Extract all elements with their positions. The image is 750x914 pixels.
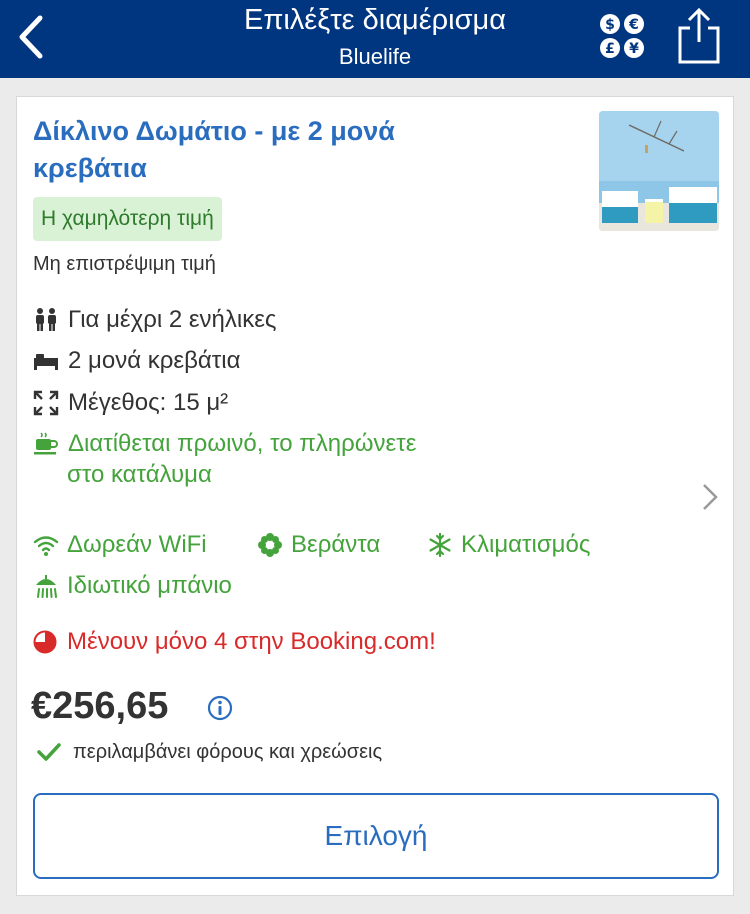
facility-bathroom: Ιδιωτικό μπάνιο — [33, 569, 232, 603]
wifi-text: Δωρεάν WiFi — [67, 531, 207, 558]
room-price: €256,65 — [31, 685, 169, 727]
svg-text:£: £ — [605, 41, 615, 57]
bed-icon — [34, 354, 58, 370]
svg-text:¥: ¥ — [629, 41, 639, 57]
breakfast-text-line2: στο κατάλυμα — [67, 461, 212, 488]
snowflake-icon — [429, 532, 451, 558]
taxes-note: περιλαμβάνει φόρους και χρεώσεις — [37, 737, 382, 767]
share-icon[interactable] — [676, 6, 722, 64]
top-bar: Επιλέξτε διαμέρισμα Bluelife $ € £ ¥ — [0, 0, 750, 78]
facility-balcony: Βεράντα — [257, 528, 380, 562]
coffee-cup-icon — [34, 432, 58, 455]
shower-icon — [36, 575, 57, 598]
expand-icon — [33, 390, 59, 416]
guests-text: Για μέχρι 2 ενήλικες — [68, 306, 277, 333]
room-card[interactable]: Δίκλινο Δωμάτιο - με 2 μονά κρεβάτια Η χ… — [16, 96, 734, 896]
svg-text:$: $ — [605, 17, 615, 33]
checkmark-icon — [37, 743, 61, 761]
room-title[interactable]: Δίκλινο Δωμάτιο - με 2 μονά κρεβάτια — [33, 113, 413, 187]
info-icon[interactable] — [207, 695, 233, 721]
beds-text: 2 μονά κρεβάτια — [68, 347, 241, 374]
lowest-price-badge: Η χαμηλότερη τιμή — [33, 197, 222, 241]
cancellation-policy: Μη επιστρέψιμη τιμή — [33, 253, 216, 275]
pie-clock-icon — [33, 630, 57, 654]
guests-row: Για μέχρι 2 ενήλικες — [33, 303, 277, 337]
currency-icon[interactable]: $ € £ ¥ — [598, 12, 646, 60]
flower-icon — [258, 533, 282, 557]
balcony-text: Βεράντα — [291, 531, 381, 558]
availability-warning: Μένουν μόνο 4 στην Booking.com! — [33, 625, 436, 659]
chevron-right-icon[interactable] — [701, 481, 719, 513]
people-icon — [36, 308, 56, 331]
svg-text:€: € — [628, 17, 639, 33]
select-room-button[interactable]: Επιλογή — [33, 793, 719, 879]
breakfast-row: Διατίθεται πρωινό, το πληρώνετε — [33, 427, 416, 461]
taxes-text: περιλαμβάνει φόρους και χρεώσεις — [73, 740, 383, 763]
size-text: Μέγεθος: 15 μ² — [68, 389, 229, 416]
facility-ac: Κλιματισμός — [427, 528, 590, 562]
availability-text: Μένουν μόνο 4 στην Booking.com! — [67, 628, 436, 655]
facility-wifi: Δωρεάν WiFi — [33, 528, 207, 562]
size-row: Μέγεθος: 15 μ² — [33, 386, 228, 420]
breakfast-text: Διατίθεται πρωινό, το πληρώνετε — [68, 430, 417, 457]
ac-text: Κλιματισμός — [461, 531, 591, 558]
bathroom-text: Ιδιωτικό μπάνιο — [67, 572, 232, 599]
beds-row: 2 μονά κρεβάτια — [33, 344, 240, 378]
wifi-icon — [33, 536, 59, 556]
room-photo[interactable] — [599, 111, 719, 231]
